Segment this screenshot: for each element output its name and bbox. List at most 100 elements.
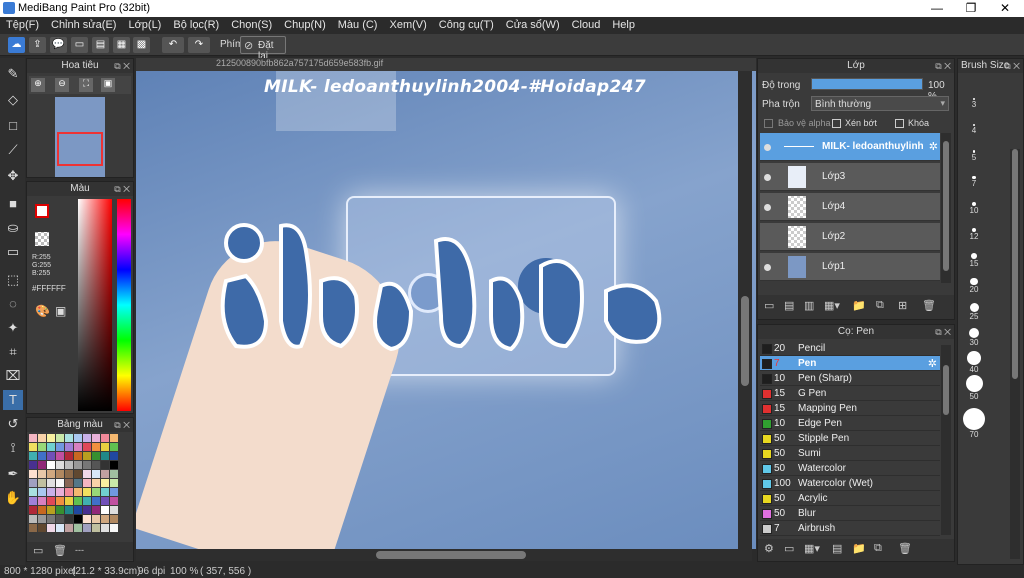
actual-size-icon[interactable]: ▣ [101, 78, 115, 92]
chat-icon[interactable]: 💬 [50, 37, 67, 53]
palette-swatch[interactable] [65, 497, 73, 505]
eyedropper-icon[interactable]: ✒ [3, 464, 23, 484]
palette-swatch[interactable] [92, 506, 100, 514]
palette-swatch[interactable] [47, 434, 55, 442]
zoom-in-icon[interactable]: ⊕ [31, 78, 45, 92]
palette-swatch[interactable] [101, 461, 109, 469]
palette-swatch[interactable] [65, 479, 73, 487]
brush-size-scroll-thumb[interactable] [1012, 149, 1018, 379]
menu-window[interactable]: Cửa sổ(W) [500, 17, 566, 34]
canvas-hscroll[interactable] [136, 549, 752, 561]
palette-swatch[interactable] [101, 434, 109, 442]
palette-swatch[interactable] [101, 488, 109, 496]
panel-pop-icon[interactable]: ⧉ ✕ [935, 325, 951, 339]
palette-swatch[interactable] [47, 515, 55, 523]
palette-swatch[interactable] [47, 488, 55, 496]
palette-swatch[interactable] [56, 497, 64, 505]
eye-icon[interactable] [764, 174, 771, 181]
palette-swatch[interactable] [38, 524, 46, 532]
fill-shape-icon[interactable]: ■ [3, 194, 23, 214]
lock-checkbox[interactable] [895, 119, 904, 128]
palette-swatch[interactable] [56, 470, 64, 478]
palette-swatch[interactable] [38, 470, 46, 478]
text-tool-icon[interactable]: T [3, 390, 23, 410]
palette-swatch[interactable] [65, 524, 73, 532]
hand-tool-icon[interactable]: ✋ [3, 488, 23, 508]
palette-swatch[interactable] [47, 443, 55, 451]
brush-size-option[interactable]: 70 [960, 406, 988, 439]
saturation-picker[interactable] [78, 199, 112, 411]
palette-swatch[interactable] [56, 452, 64, 460]
palette-swatch[interactable] [74, 506, 82, 514]
brush-tool-icon[interactable]: ✎ [3, 64, 23, 84]
palette-swatch[interactable] [83, 515, 91, 523]
rect-tool-icon[interactable]: □ [3, 116, 23, 136]
palette-add-icon[interactable]: 🎨 [35, 304, 50, 318]
magic-wand-icon[interactable]: ✦ [3, 318, 23, 338]
palette-swatch[interactable] [101, 506, 109, 514]
panel-pop-icon[interactable]: ⧉ ✕ [1004, 59, 1020, 73]
brush-menu-icon[interactable]: ▦▾ [804, 542, 820, 555]
palette-swatch[interactable] [38, 506, 46, 514]
gradient-tool-icon[interactable]: ▭ [3, 242, 23, 262]
new-8bit-layer-icon[interactable]: ▥ [804, 299, 814, 312]
eye-icon[interactable] [764, 144, 771, 151]
palette-swatch[interactable] [110, 506, 118, 514]
brush-size-option[interactable]: 50 [960, 368, 988, 401]
palette-swatch[interactable] [65, 488, 73, 496]
brush-new-icon[interactable]: ▭ [784, 542, 794, 555]
new-palette-icon[interactable]: ▭ [33, 544, 43, 557]
menu-color[interactable]: Màu (C) [332, 17, 384, 34]
palette-swatch[interactable] [83, 524, 91, 532]
transparent-swatch[interactable] [35, 232, 49, 246]
palette-swatch[interactable] [74, 515, 82, 523]
palette-grid[interactable] [27, 418, 127, 538]
palette-swatch[interactable] [83, 434, 91, 442]
layer-scroll-thumb[interactable] [943, 141, 949, 271]
palette-swatch[interactable] [29, 443, 37, 451]
brush-row[interactable]: 50 Acrylic [760, 491, 940, 506]
palette-swatch[interactable] [65, 470, 73, 478]
menu-view[interactable]: Xem(V) [383, 17, 432, 34]
palette-swatch[interactable] [56, 488, 64, 496]
menu-select[interactable]: Chọn(S) [225, 17, 278, 34]
palette-swatch[interactable] [110, 461, 118, 469]
eraser-tool-icon[interactable]: ◇ [3, 90, 23, 110]
layer-row[interactable]: Lớp2 [760, 223, 940, 251]
palette-swatch[interactable] [56, 524, 64, 532]
delete-palette-icon[interactable]: 🗑 [53, 544, 67, 557]
line-tool-icon[interactable]: ⟋ [3, 140, 23, 160]
menu-file[interactable]: Tệp(F) [0, 17, 45, 34]
select-pen-icon[interactable]: ⌗ [3, 342, 23, 362]
palette-swatch[interactable] [74, 452, 82, 460]
palette-swatch[interactable] [110, 452, 118, 460]
palette-swatch[interactable] [29, 479, 37, 487]
operation-tool-icon[interactable]: ↺ [3, 414, 23, 434]
palette-swatch[interactable] [83, 443, 91, 451]
palette-swatch[interactable] [101, 524, 109, 532]
panel-pop-icon[interactable]: ⧉ ✕ [114, 59, 130, 73]
menu-filter[interactable]: Bộ lọc(R) [167, 17, 225, 34]
brush-folder-icon[interactable]: ▤ [832, 542, 842, 555]
palette-swatch[interactable] [29, 452, 37, 460]
maximize-button[interactable]: ❐ [954, 0, 988, 17]
zoom-out-icon[interactable]: ⊖ [55, 78, 69, 92]
brush-row[interactable]: 50 Sumi [760, 446, 940, 461]
redo-icon[interactable]: ↷ [188, 37, 210, 53]
brush-row[interactable]: 50 Watercolor [760, 461, 940, 476]
brush-row[interactable]: 7 Pen ✲ [760, 356, 940, 371]
palette-swatch[interactable] [38, 461, 46, 469]
brush-row[interactable]: 10 Pen (Sharp) [760, 371, 940, 386]
move-tool-icon[interactable]: ✥ [3, 166, 23, 186]
palette-swatch[interactable] [74, 479, 82, 487]
eye-icon[interactable] [764, 204, 771, 211]
palette-swatch[interactable] [101, 497, 109, 505]
panel-pop-icon[interactable]: ⧉ ✕ [935, 59, 951, 73]
palette-swatch[interactable] [101, 479, 109, 487]
navigator-viewport[interactable] [57, 132, 103, 166]
palette-swatch[interactable] [38, 479, 46, 487]
brush-row[interactable]: 50 Stipple Pen [760, 431, 940, 446]
palette-swatch[interactable] [29, 434, 37, 442]
brush-duplicate-icon[interactable]: ⧉ [874, 542, 882, 555]
minimize-button[interactable]: — [920, 0, 954, 17]
